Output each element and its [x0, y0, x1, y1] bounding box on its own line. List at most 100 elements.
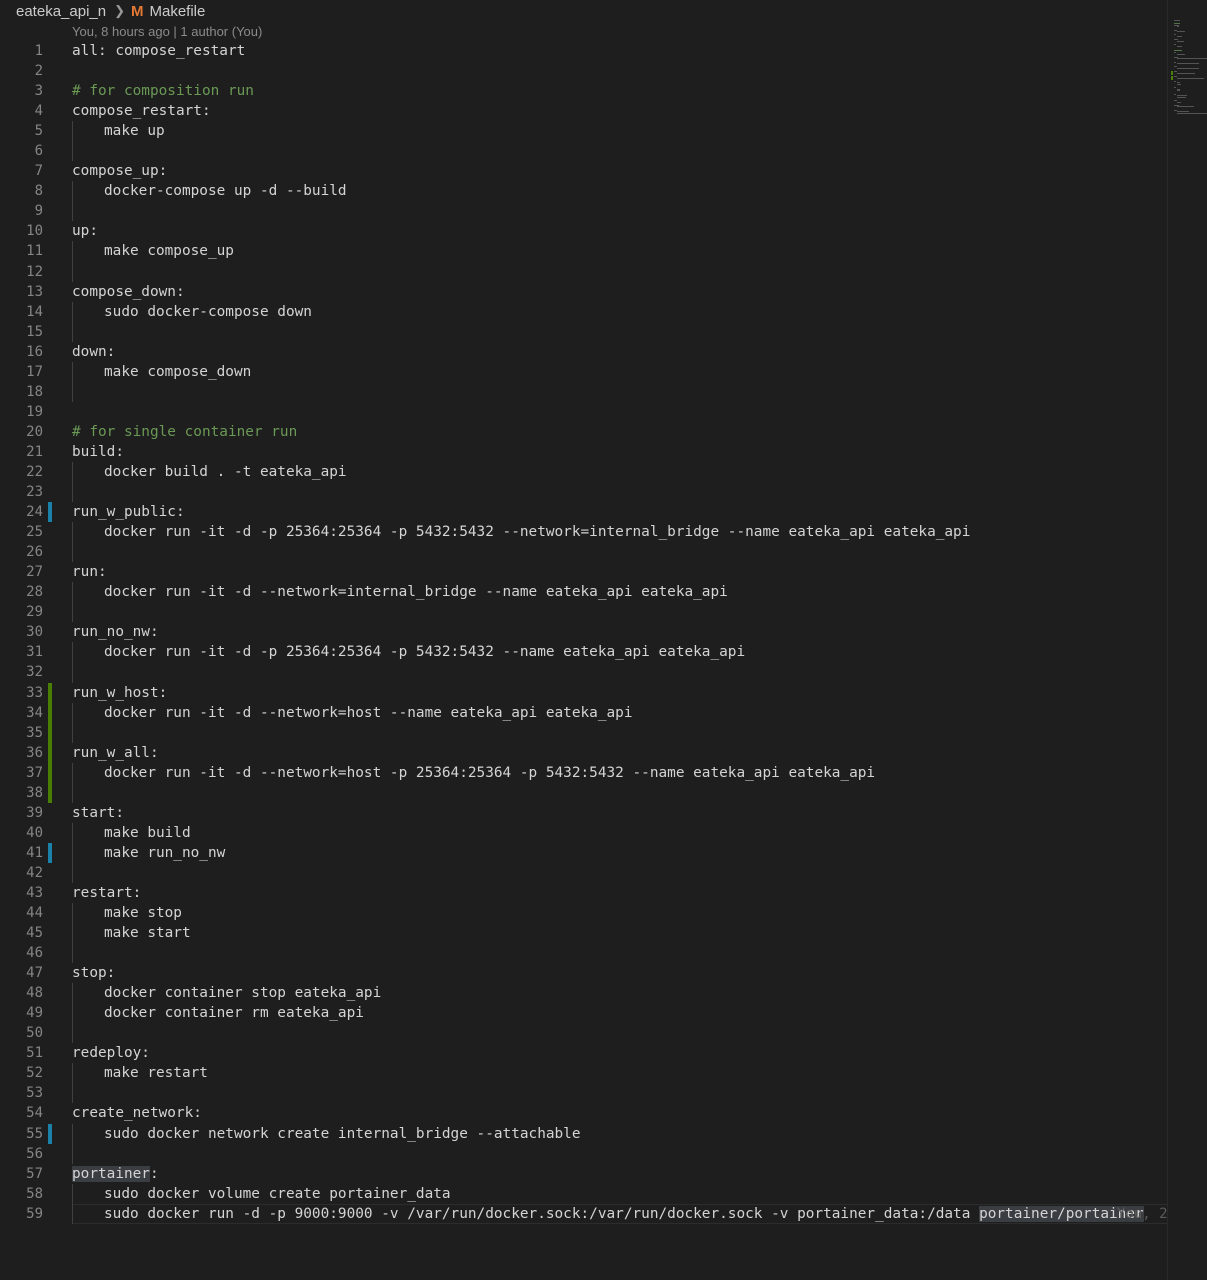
code-line[interactable]: 21 build: — [0, 442, 1167, 462]
indent-guide — [72, 361, 73, 382]
breadcrumb-file[interactable]: Makefile — [150, 3, 206, 20]
code-line[interactable]: 40 make build — [0, 822, 1167, 843]
code-line[interactable]: 14 sudo docker-compose down — [0, 301, 1167, 322]
code-line[interactable]: 34 docker run -it -d --network=host --nam… — [0, 702, 1167, 723]
indent-guide — [72, 642, 73, 663]
git-added-marker[interactable] — [48, 762, 52, 783]
code-line[interactable]: 37 docker run -it -d --network=host -p 25… — [0, 762, 1167, 783]
line-number: 58 — [26, 1185, 43, 1202]
code-line[interactable]: 1 all: compose_restart — [0, 41, 1167, 61]
breadcrumb: eateka_api_n ❯ M Makefile — [0, 0, 1167, 22]
code-line[interactable]: 30 run_no_nw: — [0, 622, 1167, 642]
code-line[interactable]: 15 — [0, 321, 1167, 342]
minimap-line — [1174, 20, 1180, 21]
minimap-line — [1177, 112, 1207, 114]
code-line[interactable]: 38 — [0, 782, 1167, 803]
code-line[interactable]: 32 — [0, 662, 1167, 683]
minimap-line — [1174, 34, 1176, 36]
code-line[interactable]: 33 run_w_host: — [0, 682, 1167, 703]
line-number: 12 — [26, 263, 43, 280]
code-line[interactable]: 26 — [0, 542, 1167, 563]
code-line[interactable]: 52 make restart — [0, 1063, 1167, 1084]
code-line[interactable]: 6 — [0, 141, 1167, 162]
code-line[interactable]: 47 stop: — [0, 963, 1167, 983]
git-added-marker[interactable] — [48, 722, 52, 743]
code-line[interactable]: 51 redeploy: — [0, 1043, 1167, 1063]
git-modified-marker[interactable] — [48, 1123, 52, 1144]
code-line[interactable]: 46 — [0, 943, 1167, 964]
code-line[interactable]: 43 restart: — [0, 883, 1167, 903]
minimap-line — [1174, 44, 1176, 45]
indent-guide — [72, 923, 73, 944]
code-line[interactable]: 20 # for single container run — [0, 422, 1167, 442]
indent-guide — [72, 822, 73, 843]
code-line[interactable]: 13 compose_down: — [0, 282, 1167, 302]
indent-guide — [72, 381, 73, 402]
code-line[interactable]: 27 run: — [0, 562, 1167, 582]
indent-guide — [72, 1083, 73, 1104]
line-number: 54 — [26, 1105, 43, 1122]
code-line[interactable]: 36 run_w_all: — [0, 742, 1167, 763]
git-modified-marker[interactable] — [48, 842, 52, 863]
code-line[interactable]: 24 run_w_public: — [0, 502, 1167, 523]
code-line[interactable]: 8 docker-compose up -d --build — [0, 181, 1167, 202]
indent-guide — [72, 662, 73, 683]
code-line[interactable]: 48 docker container stop eateka_api — [0, 983, 1167, 1004]
git-added-marker[interactable] — [48, 742, 52, 763]
code-line[interactable]: 31 docker run -it -d -p 25364:25364 -p 54… — [0, 642, 1167, 663]
code-line[interactable]: 49 docker container rm eateka_api — [0, 1003, 1167, 1024]
code-line[interactable]: 41 make run_no_nw — [0, 842, 1167, 863]
code-line[interactable]: 59 sudo docker run -d -p 9000:9000 -v /va… — [0, 1203, 1168, 1224]
git-modified-marker[interactable] — [48, 502, 52, 523]
git-added-marker[interactable] — [48, 702, 52, 723]
code-line[interactable]: 12 — [0, 261, 1167, 282]
code-line[interactable]: 10 up: — [0, 221, 1167, 241]
code-line[interactable]: 22 docker build . -t eateka_api — [0, 461, 1167, 483]
minimap[interactable] — [1167, 0, 1207, 1280]
code-line[interactable]: 58 sudo docker volume create portainer_da… — [0, 1183, 1167, 1204]
code-line[interactable]: 18 — [0, 381, 1167, 402]
code-text: sudo docker run -d -p 9000:9000 -v /var/… — [104, 1205, 1144, 1222]
code-editor[interactable]: 1 all: compose_restart 2 3 # for composition… — [0, 41, 1168, 1224]
line-number: 50 — [26, 1025, 43, 1042]
code-line[interactable]: 45 make start — [0, 923, 1167, 944]
code-line[interactable]: 23 — [0, 482, 1167, 503]
blame-codelens[interactable]: You, 8 hours ago | 1 author (You) — [72, 24, 262, 39]
indent-guide — [72, 862, 73, 883]
code-line[interactable]: 29 — [0, 602, 1167, 623]
code-line[interactable]: 50 — [0, 1023, 1167, 1044]
line-number: 14 — [26, 303, 43, 320]
code-line[interactable]: 56 — [0, 1143, 1167, 1164]
code-line[interactable]: 11 make compose_up — [0, 241, 1167, 262]
code-line[interactable]: 25 docker run -it -d -p 25364:25364 -p 54… — [0, 522, 1167, 543]
code-line[interactable]: 2 — [0, 61, 1167, 81]
code-text: docker run -it -d --network=host --name … — [104, 704, 633, 721]
git-added-marker[interactable] — [48, 782, 52, 803]
git-added-marker[interactable] — [48, 682, 52, 703]
code-line[interactable]: 3 # for composition run — [0, 81, 1167, 101]
code-line[interactable]: 28 docker run -it -d --network=internal_b… — [0, 582, 1167, 603]
breadcrumb-folder[interactable]: eateka_api_n — [16, 3, 106, 20]
code-line[interactable]: 42 — [0, 862, 1167, 883]
line-number: 5 — [34, 123, 43, 140]
code-text: compose_down: — [72, 283, 185, 300]
code-line[interactable]: 39 start: — [0, 803, 1167, 823]
code-line[interactable]: 9 — [0, 201, 1167, 222]
code-line[interactable]: 5 make up — [0, 121, 1167, 142]
code-line[interactable]: 55 sudo docker network create internal_br… — [0, 1123, 1167, 1144]
indent-guide — [72, 722, 73, 743]
code-line[interactable]: 35 — [0, 722, 1167, 743]
minimap-line — [1177, 96, 1186, 98]
code-line[interactable]: 44 make stop — [0, 903, 1167, 924]
indent-guide — [72, 782, 73, 803]
line-number: 55 — [26, 1125, 43, 1142]
code-line[interactable]: 57 portainer: — [0, 1164, 1167, 1184]
code-text: start: — [72, 804, 124, 821]
code-line[interactable]: 53 — [0, 1083, 1167, 1104]
code-line[interactable]: 19 — [0, 402, 1167, 422]
code-line[interactable]: 16 down: — [0, 342, 1167, 362]
code-line[interactable]: 17 make compose_down — [0, 361, 1167, 382]
code-line[interactable]: 4 compose_restart: — [0, 101, 1167, 121]
code-line[interactable]: 54 create_network: — [0, 1103, 1167, 1123]
code-line[interactable]: 7 compose_up: — [0, 161, 1167, 181]
